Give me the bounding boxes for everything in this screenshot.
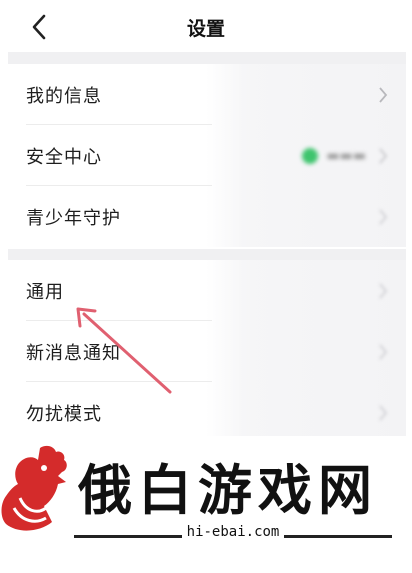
section-gap <box>8 249 406 260</box>
chevron-right-icon <box>378 86 388 103</box>
security-status: ▬▬▬ <box>302 147 366 164</box>
settings-row-my-info[interactable]: 我的信息 <box>8 64 406 125</box>
section-gap <box>8 52 406 64</box>
settings-row-general[interactable]: 通用 <box>8 260 406 321</box>
chevron-right-icon <box>378 404 388 421</box>
nav-header: 设置 <box>0 0 412 52</box>
chevron-right-icon <box>378 282 388 299</box>
settings-row-security-center[interactable]: 安全中心 ▬▬▬ <box>8 125 406 186</box>
settings-row-teen-guard[interactable]: 青少年守护 <box>8 186 406 247</box>
chevron-right-icon <box>378 208 388 225</box>
settings-row-do-not-disturb[interactable]: 勿扰模式 <box>8 382 406 443</box>
watermark-domain: hi-ebai.com <box>186 524 280 540</box>
row-label: 新消息通知 <box>26 342 121 364</box>
watermark-banner: 俄白游戏网 hi-ebai.com <box>0 436 412 573</box>
row-label: 青少年守护 <box>26 207 121 229</box>
status-dot-icon <box>302 147 319 164</box>
blurred-area <box>206 64 406 125</box>
settings-group-account: 我的信息 安全中心 ▬▬▬ 青少年守护 <box>8 64 406 249</box>
blurred-area <box>206 382 406 443</box>
row-label: 我的信息 <box>26 85 102 107</box>
blurred-area <box>206 186 406 247</box>
settings-group-general: 通用 新消息通知 勿扰模式 <box>8 260 406 443</box>
rooster-logo-icon <box>1 445 67 531</box>
row-label: 安全中心 <box>26 146 102 168</box>
settings-row-new-message-notify[interactable]: 新消息通知 <box>8 321 406 382</box>
divider <box>74 535 182 538</box>
chevron-right-icon <box>378 147 388 164</box>
chevron-right-icon <box>378 343 388 360</box>
row-label: 勿扰模式 <box>26 403 102 425</box>
divider <box>284 535 392 538</box>
blurred-area <box>206 321 406 382</box>
row-label: 通用 <box>26 281 64 303</box>
watermark-brand-name: 俄白游戏网 <box>78 458 378 522</box>
page-title: 设置 <box>186 18 225 40</box>
status-text-blurred: ▬▬▬ <box>326 147 366 164</box>
blurred-area <box>206 260 406 321</box>
